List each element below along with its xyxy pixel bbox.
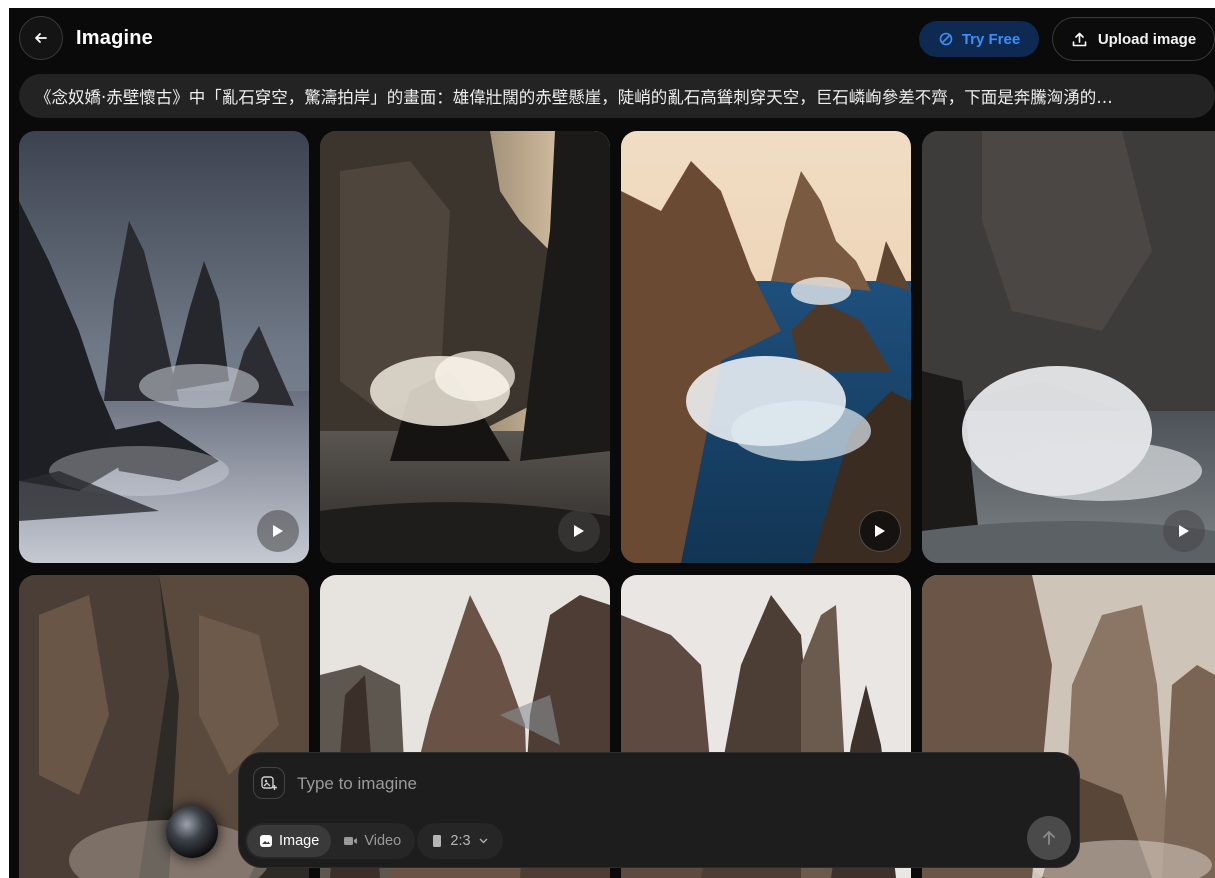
sunlit-spires-blue-surf-image xyxy=(621,131,911,563)
gallery-image-2[interactable] xyxy=(320,131,610,563)
imagine-app: Imagine Try Free Upload image 《念奴嬌·赤壁懷古》… xyxy=(9,8,1215,878)
dark-cliff-spray-image xyxy=(922,131,1215,563)
prompt-composer: Image Video 2:3 xyxy=(238,752,1080,868)
generating-orb xyxy=(166,806,218,858)
upload-image-label: Upload image xyxy=(1097,30,1197,48)
play-icon xyxy=(574,525,584,537)
aspect-ratio-value: 2:3 xyxy=(450,833,471,849)
chevron-down-icon xyxy=(479,838,488,844)
upload-icon xyxy=(1072,32,1087,46)
back-button[interactable] xyxy=(19,16,63,60)
add-image-button[interactable] xyxy=(253,767,285,799)
prompt-text: 《念奴嬌·赤壁懷古》中「亂石穿空，驚濤拍岸」的畫面：雄偉壯闊的赤壁懸崖，陡峭的亂… xyxy=(35,88,1113,107)
play-button[interactable] xyxy=(1163,510,1205,552)
play-button[interactable] xyxy=(257,510,299,552)
mode-image-label: Image xyxy=(279,833,320,849)
page-title: Imagine xyxy=(76,27,153,49)
arrow-left-icon xyxy=(35,33,47,43)
upload-image-button[interactable]: Upload image xyxy=(1052,17,1215,61)
portrait-rect-icon xyxy=(433,835,442,847)
image-icon xyxy=(260,835,272,847)
backlit-cliff-wave-image xyxy=(320,131,610,563)
play-button[interactable] xyxy=(558,510,600,552)
prompt-display[interactable]: 《念奴嬌·赤壁懷古》中「亂石穿空，驚濤拍岸」的畫面：雄偉壯闊的赤壁懸崖，陡峭的亂… xyxy=(19,74,1215,118)
gallery-image-3[interactable] xyxy=(621,131,911,563)
send-button[interactable] xyxy=(1027,816,1071,860)
mode-video-label: Video xyxy=(364,833,402,849)
try-free-button[interactable]: Try Free xyxy=(919,21,1039,57)
image-add-icon xyxy=(261,776,277,790)
mode-video-button[interactable]: Video xyxy=(331,825,413,857)
gallery-image-1[interactable] xyxy=(19,131,309,563)
try-free-label: Try Free xyxy=(961,30,1021,48)
aspect-ratio-select[interactable]: 2:3 xyxy=(417,823,503,859)
mode-image-button[interactable]: Image xyxy=(247,825,332,857)
arrow-up-icon xyxy=(1043,831,1055,845)
spark-circle-icon xyxy=(939,32,953,46)
mode-toggle: Image Video xyxy=(245,823,416,859)
video-camera-icon xyxy=(344,837,358,845)
play-button[interactable] xyxy=(859,510,901,552)
stormy-sea-stacks-image xyxy=(19,131,309,563)
play-icon xyxy=(273,525,283,537)
play-icon xyxy=(875,525,885,537)
imagine-input[interactable] xyxy=(297,772,997,796)
gallery-image-4[interactable] xyxy=(922,131,1215,563)
play-icon xyxy=(1179,525,1189,537)
